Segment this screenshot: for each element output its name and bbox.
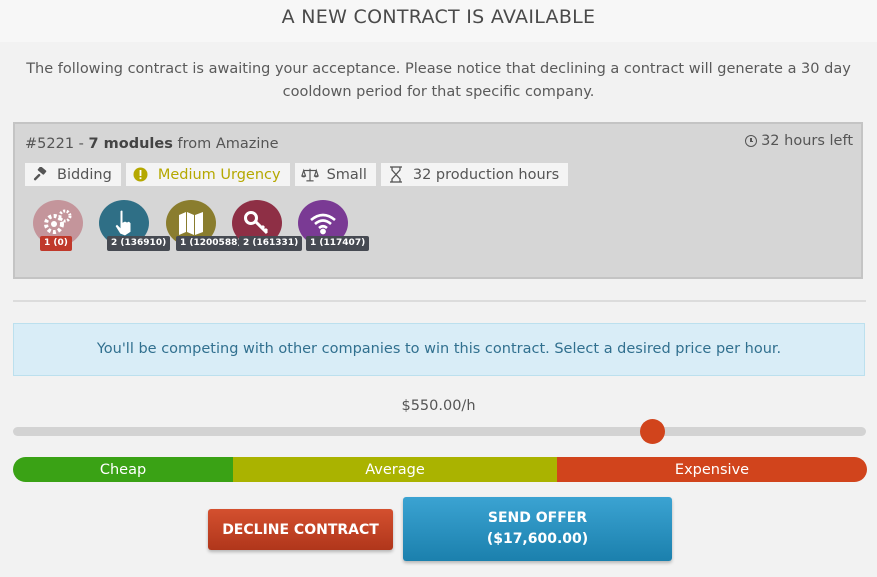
tag-size: Small (294, 163, 376, 186)
dialog-title: A NEW CONTRACT IS AVAILABLE (281, 6, 596, 28)
price-range-bar: Cheap Average Expensive (13, 457, 867, 482)
range-average: Average (233, 457, 557, 482)
gavel-icon (31, 166, 49, 183)
price-slider-track[interactable] (13, 427, 866, 436)
info-alert: You'll be competing with other companies… (13, 323, 865, 376)
send-offer-button[interactable]: SEND OFFER ($17,600.00) (403, 497, 672, 561)
dialog-header: A NEW CONTRACT IS AVAILABLE (0, 0, 877, 42)
range-expensive: Expensive (557, 457, 867, 482)
time-left-label: 32 hours left (761, 133, 853, 149)
module-item[interactable]: 2 (161331) (232, 200, 303, 251)
module-badge: 1 (117407) (306, 236, 370, 251)
module-badge: 2 (136910) (107, 236, 171, 251)
balance-scale-icon (300, 167, 319, 183)
tag-bidding: Bidding (25, 163, 121, 186)
tag-urgency: Medium Urgency (125, 163, 290, 186)
send-offer-amount: ($17,600.00) (486, 531, 589, 547)
module-item[interactable]: 1 (0) (33, 200, 83, 251)
divider (13, 300, 866, 302)
clock-icon (745, 135, 758, 147)
range-cheap: Cheap (13, 457, 233, 482)
contract-tags: Bidding Medium Urgency Small 32 producti… (25, 163, 569, 186)
module-badge: 1 (0) (40, 236, 72, 251)
contract-card: #5221 - 7 modules from Amazine 32 hours … (13, 122, 863, 279)
contract-title: #5221 - 7 modules from Amazine (25, 136, 279, 152)
module-item[interactable]: 2 (136910) (99, 200, 171, 251)
contract-id: #5221 (25, 136, 75, 152)
tag-production-hours: 32 production hours (380, 163, 569, 186)
send-offer-label: SEND OFFER (487, 510, 588, 526)
contract-company: from Amazine (172, 136, 279, 152)
price-per-hour: $550.00/h (401, 398, 476, 414)
module-item[interactable]: 1 (117407) (298, 200, 370, 251)
intro-text: The following contract is awaiting your … (26, 61, 851, 100)
time-left: 32 hours left (745, 133, 853, 149)
module-badge: 2 (161331) (239, 236, 303, 251)
module-item[interactable]: 1 (1200588) (166, 200, 246, 251)
hourglass-icon (387, 166, 405, 183)
warning-icon (132, 167, 150, 182)
module-list: 1 (0) 2 (136910) 1 (1200588) 2 (161331) … (33, 200, 373, 254)
decline-contract-button[interactable]: DECLINE CONTRACT (208, 509, 393, 550)
price-slider-handle[interactable] (640, 419, 665, 444)
contract-modules-count: 7 modules (88, 136, 173, 152)
